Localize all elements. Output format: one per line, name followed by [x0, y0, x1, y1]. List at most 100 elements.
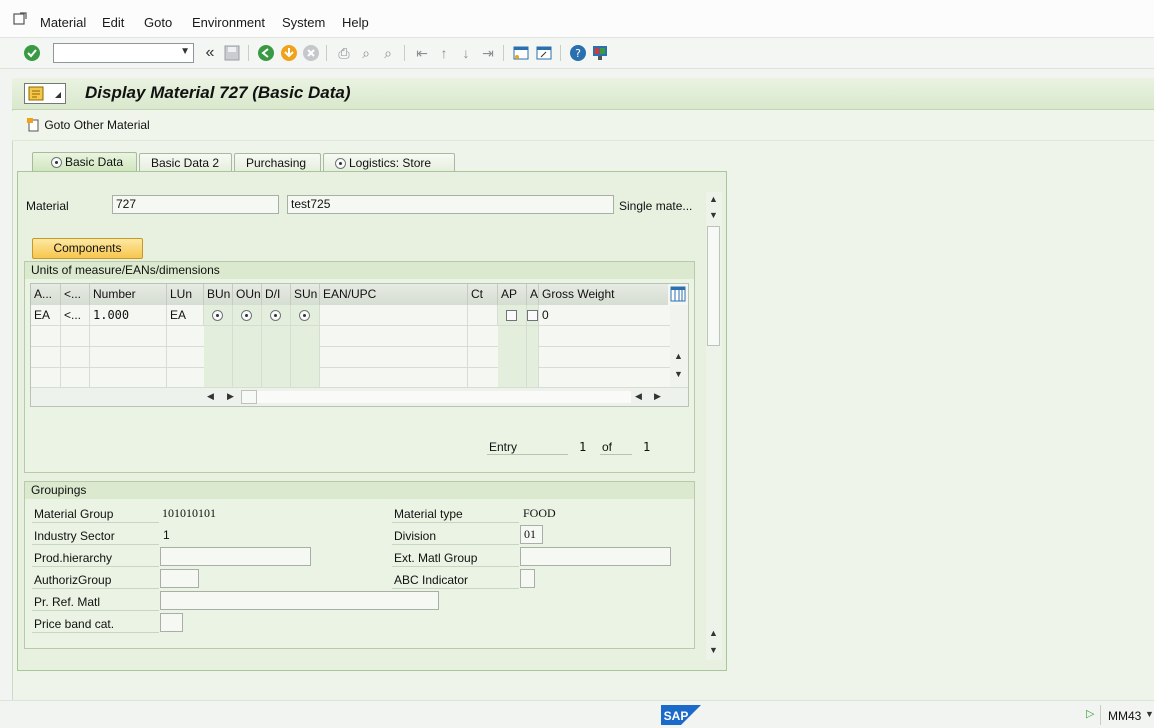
tab-logistics-store[interactable]: Logistics: Store [323, 153, 455, 172]
bun-radio[interactable] [212, 310, 223, 322]
command-field[interactable]: ▼ [53, 43, 194, 63]
save-icon[interactable] [223, 44, 241, 62]
scroll-track[interactable] [257, 391, 631, 403]
scroll-right-icon[interactable]: ▶ [227, 391, 234, 402]
tab-basic-data[interactable]: Basic Data [32, 152, 137, 172]
enter-icon[interactable] [23, 44, 41, 62]
price-band-field[interactable] [160, 613, 183, 632]
authoriz-group-field[interactable] [160, 569, 199, 588]
scroll-down-icon[interactable]: ▼ [709, 210, 718, 220]
column-header[interactable]: Number [90, 284, 167, 305]
column-header[interactable]: LUn [167, 284, 204, 305]
table-h-scrollbar[interactable]: ◀ ▶ ◀ ▶ [31, 387, 688, 406]
column-header[interactable]: A [527, 284, 539, 305]
ap-checkbox-cell[interactable] [498, 305, 527, 326]
print-icon[interactable]: ⎙ [335, 44, 353, 62]
menu-goto[interactable]: Goto [144, 15, 172, 30]
back-icon[interactable] [257, 44, 275, 62]
table-settings-icon[interactable] [670, 286, 686, 302]
cancel-icon[interactable] [302, 44, 320, 62]
label-underline [32, 588, 159, 589]
di-radio[interactable] [270, 310, 281, 322]
components-button[interactable]: Components [32, 238, 143, 259]
toolbar-separator [248, 45, 249, 61]
previous-page-icon[interactable]: ↑ [435, 44, 453, 62]
division-field[interactable]: 01 [520, 525, 543, 544]
status-dropdown-icon[interactable]: ▼ [1145, 709, 1154, 719]
menu-edit[interactable]: Edit [102, 15, 124, 30]
column-header[interactable]: AP [498, 284, 527, 305]
status-expand-icon[interactable]: ▷ [1086, 707, 1094, 720]
label-underline [392, 588, 519, 589]
column-header[interactable]: D/I [262, 284, 291, 305]
tab-purchasing[interactable]: Purchasing [234, 153, 321, 172]
help-icon[interactable]: ? [569, 44, 587, 62]
tab-basic-data-label: Basic Data [65, 155, 124, 169]
panel-scrollbar[interactable]: ▲ ▼ ▲ ▼ [706, 192, 722, 660]
table-cell[interactable]: <... [61, 305, 90, 326]
application-toolbar: Goto Other Material [12, 111, 1154, 141]
create-session-icon[interactable] [512, 44, 530, 62]
column-header[interactable]: EAN/UPC [320, 284, 468, 305]
ap-checkbox[interactable] [506, 310, 517, 322]
find-next-icon[interactable]: ⌕ [379, 44, 397, 62]
menu-system[interactable]: System [282, 15, 325, 30]
column-header[interactable]: SUn [291, 284, 320, 305]
column-header[interactable]: Gross Weight [539, 284, 668, 305]
exit-icon[interactable] [280, 44, 298, 62]
table-cell[interactable] [320, 305, 468, 326]
scroll-down-icon[interactable]: ▼ [709, 645, 718, 655]
table-cell[interactable]: EA [31, 305, 61, 326]
toolbar-separator [404, 45, 405, 61]
scroll-up-icon[interactable]: ▲ [674, 351, 683, 361]
column-header[interactable]: Ct [468, 284, 498, 305]
bun-radio-cell[interactable] [204, 305, 233, 326]
column-header[interactable]: BUn [204, 284, 233, 305]
a-checkbox-cell[interactable] [527, 305, 539, 326]
tab-basic-data-2[interactable]: Basic Data 2 [139, 153, 232, 172]
column-header[interactable]: OUn [233, 284, 262, 305]
scroll-left-icon[interactable]: ◀ [207, 391, 214, 402]
shortcut-icon[interactable] [535, 44, 553, 62]
scroll-thumb[interactable] [241, 390, 257, 404]
customize-layout-icon[interactable] [591, 44, 609, 62]
table-cell[interactable]: 0 [539, 305, 686, 326]
ext-matl-group-field[interactable] [520, 547, 671, 566]
table-cell[interactable] [468, 305, 498, 326]
table-scrollbar[interactable]: ▲ ▼ [670, 305, 688, 387]
menu-help[interactable]: Help [342, 15, 369, 30]
material-number-field[interactable]: 727 [112, 195, 279, 214]
oun-radio-cell[interactable] [233, 305, 262, 326]
next-page-icon[interactable]: ↓ [457, 44, 475, 62]
a-checkbox[interactable] [527, 310, 538, 322]
material-description-field[interactable]: test725 [287, 195, 614, 214]
chevron-down-icon[interactable]: ▼ [180, 46, 190, 57]
table-cell[interactable]: EA [167, 305, 204, 326]
goto-other-material-button[interactable]: Goto Other Material [26, 117, 150, 135]
last-page-icon[interactable]: ⇥ [479, 44, 497, 62]
scroll-thumb[interactable] [707, 226, 720, 346]
column-header[interactable]: A... [31, 284, 61, 305]
di-radio-cell[interactable] [262, 305, 291, 326]
transaction-code: MM43 [1108, 709, 1142, 723]
scroll-down-icon[interactable]: ▼ [674, 369, 683, 379]
menu-toggle-icon[interactable] [24, 83, 66, 104]
scroll-up-icon[interactable]: ▲ [709, 628, 718, 638]
sun-radio-cell[interactable] [291, 305, 320, 326]
prod-hierarchy-field[interactable] [160, 547, 311, 566]
find-icon[interactable]: ⌕ [357, 44, 375, 62]
table-cell[interactable]: 1.000 [90, 305, 167, 326]
back-double-icon[interactable]: « [201, 44, 219, 62]
scroll-right-icon[interactable]: ▶ [654, 391, 661, 402]
menu-icon[interactable] [12, 11, 28, 27]
sun-radio[interactable] [299, 310, 310, 322]
oun-radio[interactable] [241, 310, 252, 322]
first-page-icon[interactable]: ⇤ [413, 44, 431, 62]
scroll-left-icon[interactable]: ◀ [635, 391, 642, 402]
menu-environment[interactable]: Environment [192, 15, 265, 30]
column-header[interactable]: <... [61, 284, 90, 305]
menu-material[interactable]: Material [40, 15, 86, 30]
abc-indicator-field[interactable] [520, 569, 535, 588]
pr-ref-matl-field[interactable] [160, 591, 439, 610]
scroll-up-icon[interactable]: ▲ [709, 194, 718, 204]
